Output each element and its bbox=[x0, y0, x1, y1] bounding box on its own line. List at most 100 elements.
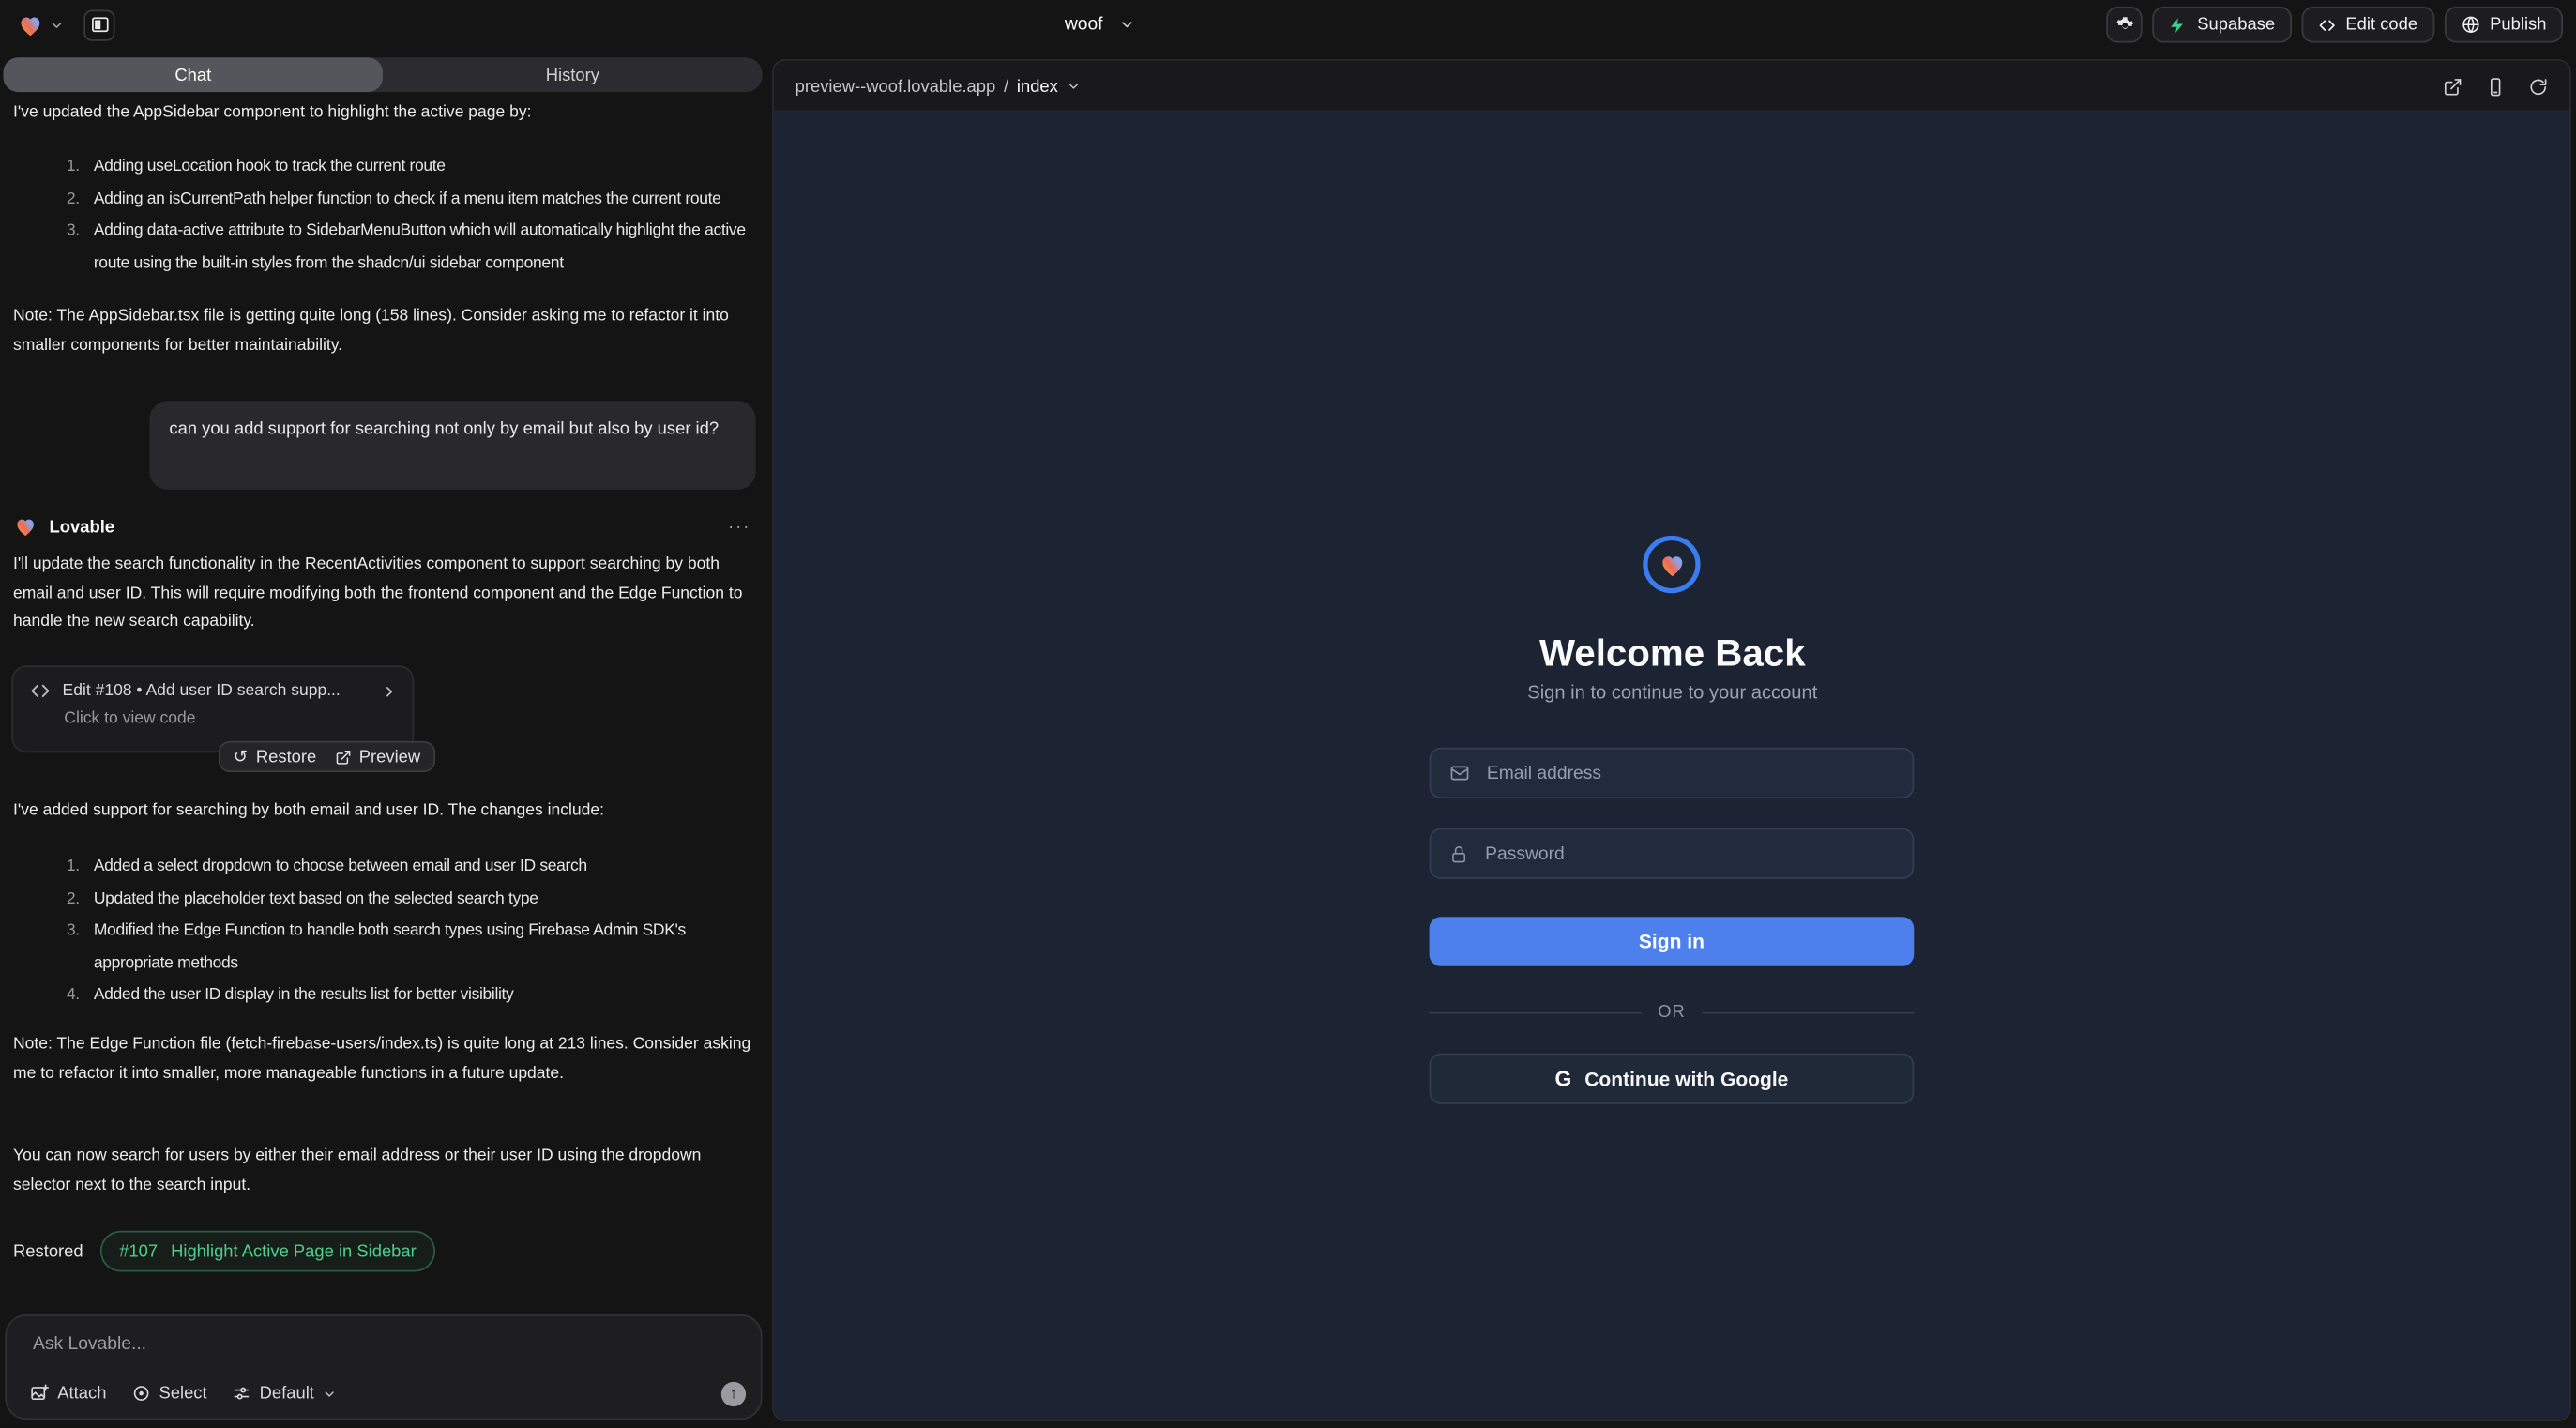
preview-button[interactable]: Preview bbox=[335, 747, 421, 767]
restore-icon: ↺ bbox=[234, 747, 248, 767]
external-link-icon bbox=[335, 749, 352, 766]
chat-composer: Attach Select Default bbox=[5, 1314, 762, 1420]
mode-label: Default bbox=[260, 1384, 314, 1404]
assistant-message-intro: I've updated the AppSidebar component to… bbox=[13, 99, 750, 128]
restored-label: Restored bbox=[13, 1241, 83, 1261]
google-icon: G bbox=[1554, 1067, 1571, 1091]
restored-row: Restored #107 Highlight Active Page in S… bbox=[13, 1231, 436, 1272]
publish-button[interactable]: Publish bbox=[2444, 7, 2563, 43]
settings-button[interactable] bbox=[2107, 7, 2144, 43]
chevron-down-icon bbox=[323, 1386, 338, 1401]
code-icon bbox=[30, 680, 52, 702]
edit-card-subtitle: Click to view code bbox=[64, 710, 396, 728]
assistant-message-intro-2: I'll update the search functionality in … bbox=[13, 551, 750, 637]
list-item: Updated the placeholder text based on th… bbox=[83, 883, 750, 915]
message-more-menu[interactable]: ··· bbox=[728, 517, 751, 537]
mail-icon bbox=[1449, 763, 1471, 784]
email-field[interactable] bbox=[1430, 748, 1915, 798]
assistant-name: Lovable bbox=[50, 517, 115, 537]
top-bar: woof Supabase Edit code bbox=[0, 0, 2576, 50]
version-title: Highlight Active Page in Sidebar bbox=[171, 1241, 417, 1261]
assistant-message-outro: You can now search for users by either t… bbox=[13, 1142, 750, 1199]
globe-icon bbox=[2461, 15, 2480, 35]
lovable-logo-menu[interactable] bbox=[17, 10, 65, 38]
supabase-label: Supabase bbox=[2197, 15, 2275, 35]
email-input[interactable] bbox=[1483, 762, 1894, 785]
chevron-down-icon bbox=[1067, 79, 1082, 94]
publish-label: Publish bbox=[2490, 15, 2546, 35]
password-field[interactable] bbox=[1430, 828, 1915, 879]
preview-page: index bbox=[1017, 76, 1058, 96]
attach-button[interactable]: Attach bbox=[30, 1384, 107, 1404]
lock-icon bbox=[1449, 843, 1469, 863]
lovable-heart-avatar bbox=[13, 514, 38, 539]
sign-in-button[interactable]: Sign in bbox=[1430, 917, 1915, 966]
restore-button[interactable]: ↺ Restore bbox=[234, 747, 317, 767]
code-icon bbox=[2318, 16, 2336, 34]
sliders-icon bbox=[232, 1384, 251, 1404]
list-item: Adding an isCurrentPath helper function … bbox=[83, 183, 750, 215]
project-name: woof bbox=[1065, 15, 1103, 35]
divider-line bbox=[1702, 1011, 1914, 1013]
page-subtitle: Sign in to continue to your account bbox=[1296, 684, 2049, 704]
chevron-down-icon bbox=[50, 17, 65, 32]
or-divider: OR bbox=[1430, 1002, 1915, 1022]
supabase-button[interactable]: Supabase bbox=[2153, 7, 2292, 43]
edit-version-card[interactable]: Edit #108 • Add user ID search supp... C… bbox=[11, 665, 414, 752]
edit-card-title: Edit #108 • Add user ID search supp... bbox=[63, 682, 341, 700]
chevron-down-icon bbox=[1119, 17, 1136, 34]
chat-panel: Chat History I've updated the AppSidebar… bbox=[0, 50, 765, 1428]
divider-label: OR bbox=[1658, 1002, 1685, 1022]
assistant-header: Lovable ··· bbox=[13, 512, 750, 540]
app-logo bbox=[1643, 536, 1700, 593]
lovable-heart-icon bbox=[17, 10, 45, 38]
path-separator: / bbox=[1004, 76, 1008, 96]
preview-header: preview--woof.lovable.app / index bbox=[774, 61, 2569, 112]
project-switcher[interactable]: woof bbox=[1065, 0, 1136, 50]
list-item: Added the user ID display in the results… bbox=[83, 980, 750, 1011]
edit-card-toolbar: ↺ Restore Preview bbox=[219, 741, 435, 772]
select-target-icon bbox=[131, 1384, 151, 1404]
assistant-message-note-2: Note: The Edge Function file (fetch-fire… bbox=[13, 1030, 750, 1087]
google-button-label: Continue with Google bbox=[1584, 1067, 1788, 1090]
attach-image-icon bbox=[30, 1384, 50, 1404]
password-input[interactable] bbox=[1482, 843, 1895, 866]
select-button[interactable]: Select bbox=[131, 1384, 207, 1404]
lovable-app-window: woof Supabase Edit code bbox=[0, 0, 2576, 1428]
app-preview: Welcome Back Sign in to continue to your… bbox=[774, 112, 2569, 1421]
divider-line bbox=[1430, 1011, 1642, 1013]
arrow-up-icon: ↑ bbox=[730, 1386, 738, 1403]
restored-version-badge[interactable]: #107 Highlight Active Page in Sidebar bbox=[99, 1231, 436, 1272]
preview-panel: preview--woof.lovable.app / index bbox=[772, 59, 2571, 1421]
attach-label: Attach bbox=[57, 1384, 106, 1404]
edit-code-label: Edit code bbox=[2345, 15, 2417, 35]
google-sign-in-button[interactable]: G Continue with Google bbox=[1430, 1054, 1915, 1104]
tab-chat[interactable]: Chat bbox=[4, 57, 384, 92]
user-message-bubble: can you add support for searching not on… bbox=[149, 401, 755, 490]
preview-url-bar[interactable]: preview--woof.lovable.app / index bbox=[796, 61, 1082, 112]
mobile-view-button[interactable] bbox=[2486, 76, 2506, 96]
gear-icon bbox=[2114, 14, 2136, 36]
chat-history-tabbar: Chat History bbox=[4, 57, 763, 92]
send-button[interactable]: ↑ bbox=[721, 1382, 746, 1406]
assistant-message-note: Note: The AppSidebar.tsx file is getting… bbox=[13, 302, 750, 359]
refresh-button[interactable] bbox=[2528, 76, 2548, 96]
panel-layout-icon bbox=[89, 15, 109, 35]
tab-history[interactable]: History bbox=[383, 57, 763, 92]
edit-code-button[interactable]: Edit code bbox=[2301, 7, 2433, 43]
sidebar-toggle-button[interactable] bbox=[83, 9, 114, 40]
assistant-message-summary: I've added support for searching by both… bbox=[13, 797, 750, 826]
restore-label: Restore bbox=[256, 747, 316, 767]
chevron-right-icon bbox=[381, 684, 398, 701]
chat-input[interactable] bbox=[30, 1332, 720, 1356]
list-item: Adding useLocation hook to track the cur… bbox=[83, 151, 750, 183]
mode-selector[interactable]: Default bbox=[232, 1384, 338, 1404]
supabase-bolt-icon bbox=[2170, 16, 2188, 34]
page-title: Welcome Back bbox=[1296, 630, 2049, 675]
assistant-message-list: Adding useLocation hook to track the cur… bbox=[13, 151, 750, 280]
list-item: Modified the Edge Function to handle bot… bbox=[83, 915, 750, 979]
open-in-new-tab-button[interactable] bbox=[2443, 76, 2462, 96]
list-item: Adding data-active attribute to SidebarM… bbox=[83, 215, 750, 279]
select-label: Select bbox=[159, 1384, 206, 1404]
assistant-message-list-2: Added a select dropdown to choose betwee… bbox=[13, 851, 750, 1011]
